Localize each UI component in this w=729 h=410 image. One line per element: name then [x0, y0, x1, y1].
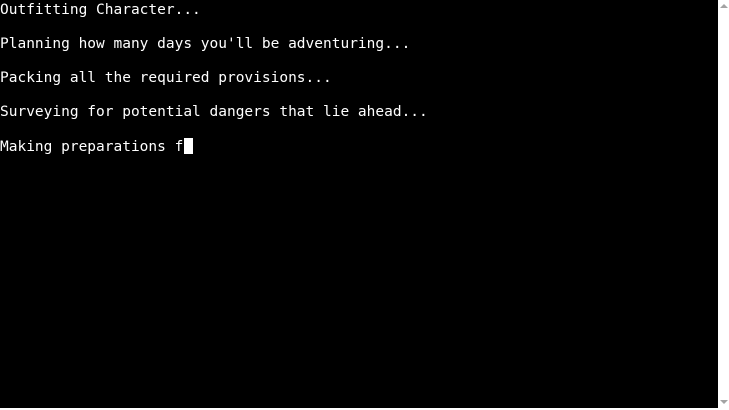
terminal-line-text: Outfitting Character... [0, 2, 201, 18]
text-cursor [184, 138, 194, 154]
arrow-down-icon [719, 400, 728, 404]
terminal-line-text: Packing all the required provisions... [0, 70, 332, 86]
terminal-line: Making preparations f [0, 138, 718, 155]
scroll-up-button[interactable] [718, 0, 729, 12]
scroll-down-button[interactable] [718, 396, 729, 408]
app-window: Outfitting Character... Planning how man… [0, 0, 729, 410]
terminal-line-text: Making preparations f [0, 139, 184, 155]
terminal-line-text: Surveying for potential dangers that lie… [0, 104, 428, 120]
terminal-line: Planning how many days you'll be adventu… [0, 36, 718, 53]
terminal-output[interactable]: Outfitting Character... Planning how man… [0, 0, 718, 408]
terminal-line: Packing all the required provisions... [0, 70, 718, 87]
terminal-line: Surveying for potential dangers that lie… [0, 104, 718, 121]
terminal-lines: Outfitting Character... Planning how man… [0, 0, 718, 155]
vertical-scrollbar[interactable] [718, 0, 729, 408]
terminal-line: Outfitting Character... [0, 2, 718, 19]
terminal-line-text: Planning how many days you'll be adventu… [0, 36, 411, 52]
arrow-up-icon [719, 4, 728, 8]
